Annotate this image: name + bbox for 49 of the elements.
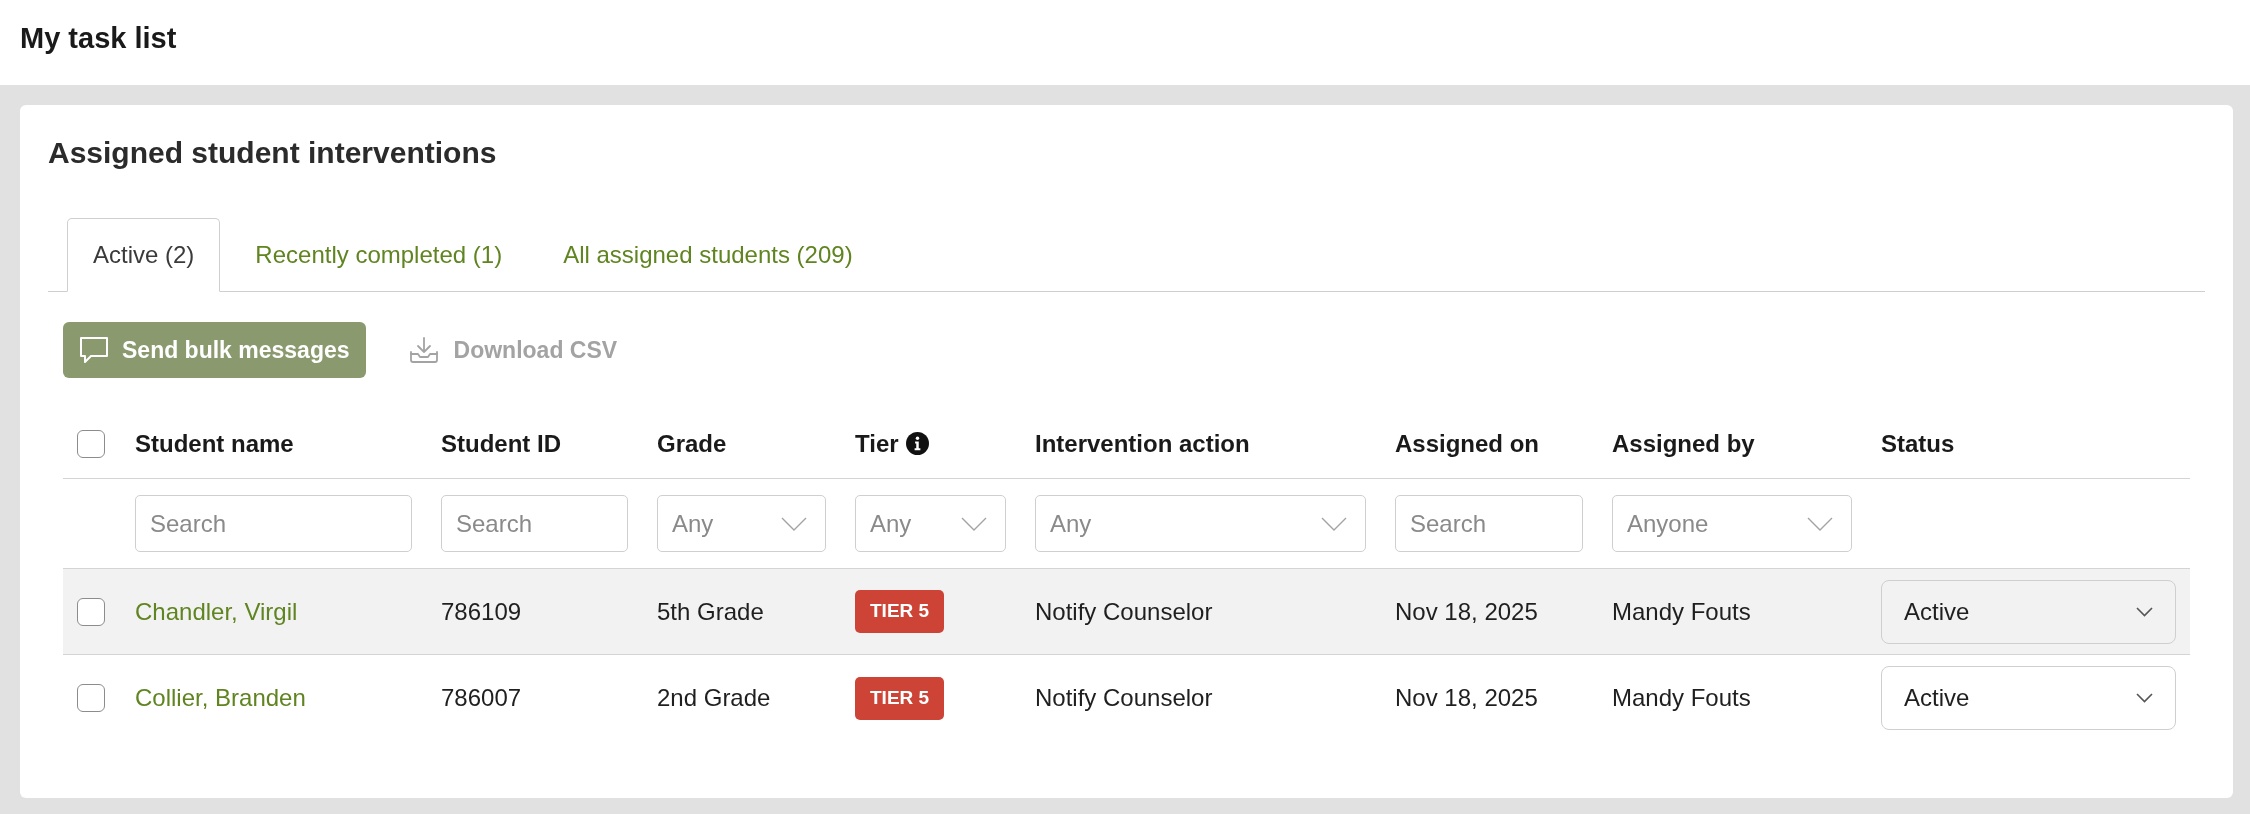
table-cell: 786109 [441, 597, 522, 625]
table-cell: Nov 18, 2025 [1395, 684, 1538, 711]
chevron-down-icon [2136, 693, 2153, 703]
filter-dropdown[interactable]: Anyone [1612, 495, 1852, 552]
tab[interactable]: All assigned students (209) [537, 218, 879, 292]
tab[interactable]: Active (2) [67, 218, 221, 292]
status-dropdown[interactable]: Active [1881, 666, 2176, 730]
tab[interactable]: Recently completed (1) [229, 218, 529, 292]
table-cell: Notify Counselor [1035, 684, 1213, 711]
table-cell: Mandy Fouts [1612, 684, 1751, 711]
tier-badge: TIER 5 [855, 676, 945, 720]
student-name-link[interactable]: Collier, Branden [135, 684, 306, 711]
table-cell: 2nd Grade [657, 684, 771, 711]
table-cell: 786007 [441, 684, 522, 711]
filter-dropdown[interactable]: Any [657, 495, 826, 552]
info-icon[interactable] [905, 432, 929, 455]
column-header: Tier [855, 428, 899, 459]
tier-badge: TIER 5 [855, 590, 945, 633]
section-title: Assigned student interventions [48, 135, 497, 171]
column-header: Assigned by [1612, 428, 1755, 459]
chat-bubble-icon [79, 336, 109, 364]
filter-dropdown[interactable]: Any [1035, 495, 1366, 552]
search-field[interactable]: Search [1395, 495, 1583, 552]
chevron-down-icon [2136, 606, 2153, 617]
download-icon [409, 337, 438, 363]
column-header: Intervention action [1035, 428, 1250, 459]
column-header: Student name [135, 428, 294, 459]
send-messages-button[interactable]: Send bulk messages [63, 322, 366, 378]
status-dropdown[interactable]: Active [1881, 579, 2176, 644]
table-cell: Nov 18, 2025 [1395, 597, 1538, 625]
column-header: Assigned on [1395, 428, 1539, 459]
table-cell: 5th Grade [657, 597, 764, 625]
table-cell: Notify Counselor [1035, 597, 1213, 625]
column-header: Grade [657, 428, 727, 459]
student-name-link[interactable]: Chandler, Virgil [135, 597, 298, 625]
checkbox[interactable] [77, 597, 105, 626]
chevron-down-icon [1321, 516, 1347, 531]
column-header: Status [1881, 428, 1955, 459]
column-header: Student ID [441, 428, 561, 459]
search-field[interactable]: Search [441, 495, 628, 552]
chevron-down-icon [781, 516, 807, 531]
checkbox[interactable] [77, 429, 105, 458]
chevron-down-icon [1807, 516, 1833, 531]
page-title: My task list [20, 21, 177, 55]
chevron-down-icon [961, 516, 987, 531]
filter-dropdown[interactable]: Any [855, 495, 1006, 552]
search-field[interactable]: Search [135, 495, 412, 552]
checkbox[interactable] [77, 684, 105, 712]
table-cell: Mandy Fouts [1612, 597, 1751, 625]
